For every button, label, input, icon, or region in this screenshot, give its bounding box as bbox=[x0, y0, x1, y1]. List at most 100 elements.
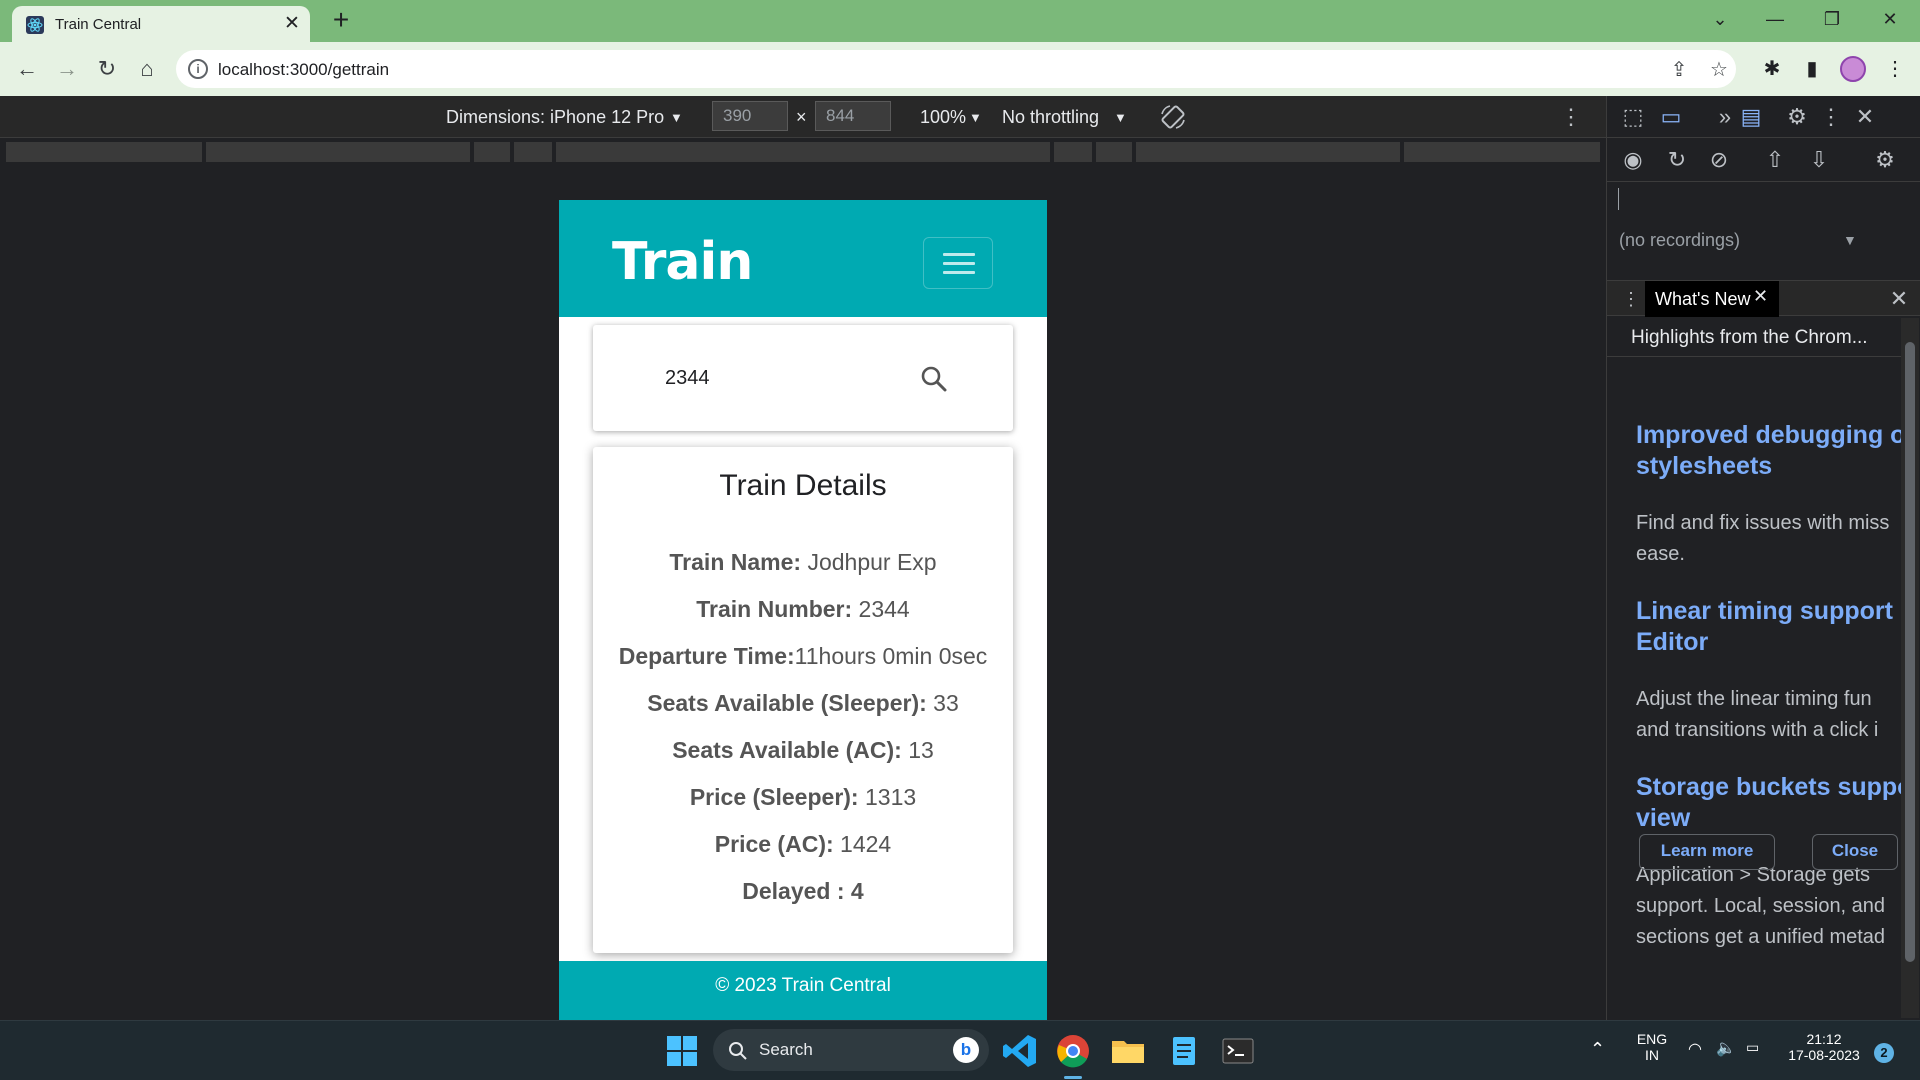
devtools-settings-gear-icon[interactable]: ⚙ bbox=[1783, 103, 1811, 131]
whats-new-heading[interactable]: Linear timing support Editor bbox=[1636, 596, 1907, 658]
train-number-search-input[interactable] bbox=[665, 363, 865, 393]
scrollbar-thumb[interactable] bbox=[1905, 342, 1915, 962]
devtools-main-toolbar: ⬚ ▭ » ▤ ⚙ ⋮ ✕ bbox=[1607, 96, 1920, 138]
battery-icon[interactable]: ▭ bbox=[1746, 1039, 1759, 1056]
feedback-icon[interactable]: ▤ bbox=[1737, 103, 1765, 131]
device-dimensions-dropdown[interactable]: Dimensions: iPhone 12 Pro bbox=[446, 107, 664, 128]
language-indicator[interactable]: ENG IN bbox=[1634, 1031, 1670, 1063]
replay-icon[interactable]: ↻ bbox=[1663, 146, 1691, 174]
address-bar[interactable]: i localhost:3000/gettrain ⇪ ☆ bbox=[176, 50, 1736, 88]
browser-menu-icon[interactable]: ⋮ bbox=[1880, 54, 1910, 84]
whats-new-heading[interactable]: Storage buckets suppo view bbox=[1636, 772, 1907, 834]
detail-label: Departure Time: bbox=[618, 643, 795, 669]
clock[interactable]: 21:12 17-08-2023 bbox=[1784, 1031, 1864, 1063]
detail-label: Seats Available (Sleeper): bbox=[647, 690, 927, 716]
recordings-dropdown[interactable]: (no recordings) bbox=[1619, 230, 1740, 251]
media-query-segment[interactable] bbox=[206, 142, 470, 162]
media-query-segment[interactable] bbox=[556, 142, 1050, 162]
media-query-segment[interactable] bbox=[1096, 142, 1132, 162]
drawer-close-icon[interactable]: ✕ bbox=[1885, 285, 1913, 313]
devtools-panel: ⬚ ▭ » ▤ ⚙ ⋮ ✕ ◉ ↻ ⊘ ⇧ ⇩ ⚙ (no recordings… bbox=[1606, 96, 1920, 1020]
device-height-input[interactable] bbox=[815, 101, 891, 131]
windows-taskbar: Search b ⌃ ENG IN ◠ 🔈 ▭ 21:12 17-08-2023 2 bbox=[0, 1020, 1920, 1080]
home-icon[interactable]: ⌂ bbox=[132, 54, 162, 84]
restore-button[interactable]: ❐ bbox=[1812, 4, 1852, 34]
profile-avatar[interactable] bbox=[1840, 56, 1866, 82]
media-query-segment[interactable] bbox=[514, 142, 552, 162]
detail-value: 1313 bbox=[858, 784, 917, 810]
import-download-icon[interactable]: ⇩ bbox=[1805, 146, 1833, 174]
device-width-input[interactable] bbox=[712, 101, 788, 131]
browser-tab-train-central[interactable]: Train Central ✕ bbox=[12, 6, 310, 42]
zoom-dropdown[interactable]: 100% bbox=[920, 107, 966, 128]
devtools-close-icon[interactable]: ✕ bbox=[1851, 103, 1879, 131]
wifi-icon[interactable]: ◠ bbox=[1688, 1039, 1702, 1059]
hamburger-menu-icon[interactable] bbox=[923, 237, 993, 289]
show-hidden-icons-chevron-icon[interactable]: ⌃ bbox=[1590, 1039, 1605, 1060]
export-upload-icon[interactable]: ⇧ bbox=[1761, 146, 1789, 174]
detail-row-price-ac: Price (AC): 1424 bbox=[593, 831, 1013, 858]
inspect-element-icon[interactable]: ⬚ bbox=[1619, 103, 1647, 131]
whats-new-heading[interactable]: Improved debugging o stylesheets bbox=[1636, 420, 1907, 482]
clear-icon[interactable]: ⊘ bbox=[1705, 146, 1733, 174]
devtools-menu-icon[interactable]: ⋮ bbox=[1817, 103, 1845, 131]
learn-more-button[interactable]: Learn more bbox=[1639, 834, 1775, 870]
windows-start-icon[interactable] bbox=[662, 1031, 702, 1071]
brand-logo-text[interactable]: Train bbox=[612, 232, 753, 292]
media-query-segment[interactable] bbox=[1054, 142, 1092, 162]
whats-new-description: Application > Storage gets support. Local… bbox=[1636, 864, 1886, 948]
close-window-button[interactable]: ✕ bbox=[1870, 4, 1910, 34]
extensions-puzzle-icon[interactable]: ✱ bbox=[1757, 54, 1787, 84]
notepad-icon[interactable] bbox=[1164, 1031, 1204, 1071]
media-query-segment[interactable] bbox=[1404, 142, 1600, 162]
vscode-icon[interactable] bbox=[1000, 1031, 1040, 1071]
file-explorer-icon[interactable] bbox=[1108, 1031, 1148, 1071]
whats-new-scrollbar[interactable] bbox=[1901, 318, 1919, 1018]
more-panels-icon[interactable]: » bbox=[1711, 103, 1739, 131]
chrome-icon[interactable] bbox=[1053, 1031, 1093, 1071]
new-tab-button[interactable]: + bbox=[326, 6, 356, 36]
detail-label: Price (AC): bbox=[714, 831, 834, 857]
tab-search-chevron-icon[interactable]: ⌄ bbox=[1700, 4, 1740, 34]
media-query-segment[interactable] bbox=[6, 142, 202, 162]
minimize-button[interactable]: — bbox=[1755, 4, 1795, 34]
rotate-device-icon[interactable] bbox=[1158, 102, 1188, 132]
throttling-dropdown[interactable]: No throttling bbox=[1002, 107, 1099, 128]
tab-close-icon[interactable]: ✕ bbox=[280, 12, 304, 36]
share-icon[interactable]: ⇪ bbox=[1666, 57, 1692, 83]
media-query-bar bbox=[0, 139, 1606, 165]
recorder-settings-gear-icon[interactable]: ⚙ bbox=[1871, 146, 1899, 174]
volume-icon[interactable]: 🔈 bbox=[1716, 1038, 1736, 1058]
back-arrow-icon[interactable]: ← bbox=[12, 54, 42, 84]
device-toolbar: Dimensions: iPhone 12 Pro ▼ × 100% ▼ No … bbox=[0, 96, 1606, 138]
tab-whats-new[interactable]: What's New ✕ bbox=[1645, 281, 1779, 317]
dropdown-caret-icon: ▼ bbox=[670, 110, 683, 125]
search-card bbox=[593, 325, 1013, 431]
site-info-icon[interactable]: i bbox=[188, 59, 208, 79]
drawer-menu-icon[interactable]: ⋮ bbox=[1617, 285, 1645, 313]
notification-count-badge[interactable]: 2 bbox=[1874, 1043, 1894, 1063]
taskbar-search-box[interactable]: Search b bbox=[713, 1029, 989, 1071]
close-button[interactable]: Close bbox=[1812, 834, 1898, 870]
detail-value: 33 bbox=[926, 690, 959, 716]
text-cursor bbox=[1618, 188, 1619, 210]
record-icon[interactable]: ◉ bbox=[1619, 146, 1647, 174]
dropdown-caret-icon: ▼ bbox=[969, 110, 982, 125]
detail-row-train-name: Train Name: Jodhpur Exp bbox=[593, 549, 1013, 576]
search-icon[interactable] bbox=[917, 362, 951, 396]
side-panel-icon[interactable]: ▮ bbox=[1797, 54, 1827, 84]
device-toolbar-more-icon[interactable]: ⋮ bbox=[1560, 102, 1582, 132]
bing-icon[interactable]: b bbox=[953, 1037, 979, 1063]
forward-arrow-icon[interactable]: → bbox=[52, 54, 82, 84]
device-toggle-icon[interactable]: ▭ bbox=[1657, 103, 1685, 131]
reload-icon[interactable]: ↻ bbox=[92, 54, 122, 84]
dimension-times-sign: × bbox=[796, 107, 807, 127]
bookmark-star-icon[interactable]: ☆ bbox=[1706, 57, 1732, 83]
detail-label: Train Number: bbox=[696, 596, 853, 622]
media-query-segment[interactable] bbox=[1136, 142, 1400, 162]
terminal-icon[interactable] bbox=[1218, 1031, 1258, 1071]
whats-new-close-icon[interactable]: ✕ bbox=[1753, 286, 1768, 307]
url-text[interactable]: localhost:3000/gettrain bbox=[218, 60, 389, 80]
media-query-segment[interactable] bbox=[474, 142, 510, 162]
detail-row-delayed: Delayed : 4 bbox=[593, 878, 1013, 905]
